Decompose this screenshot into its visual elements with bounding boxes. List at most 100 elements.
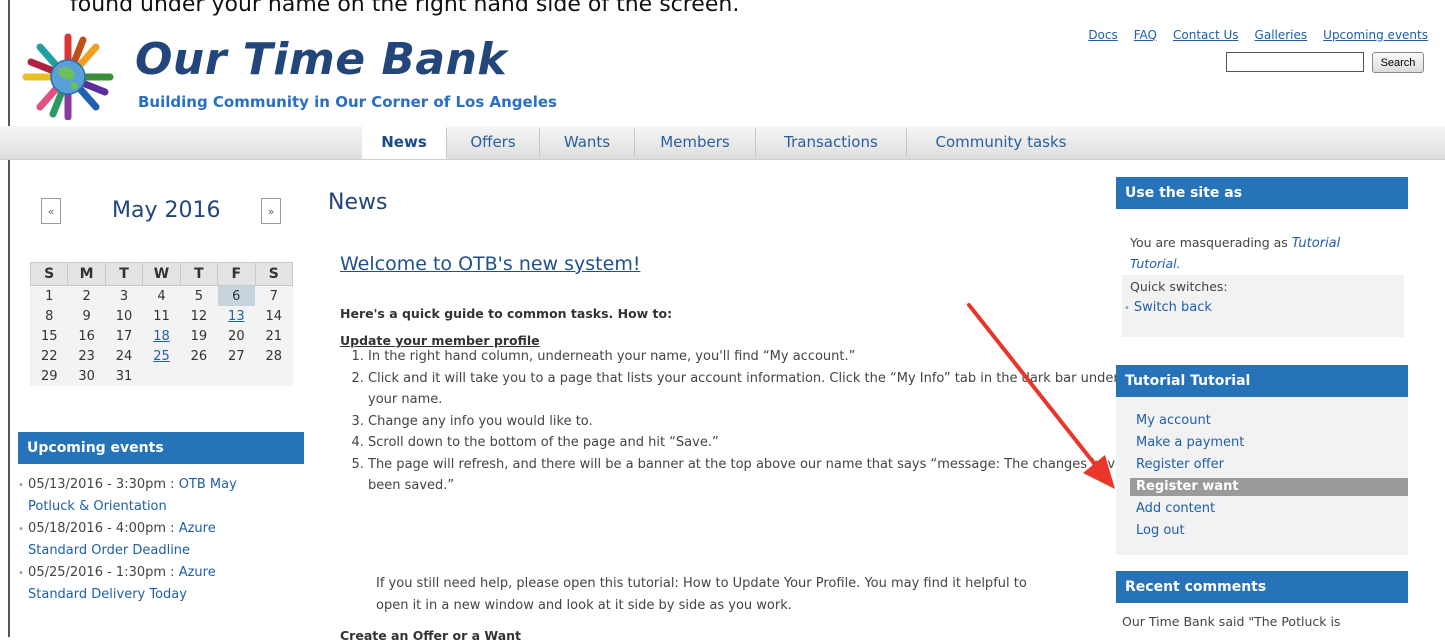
calendar-day: 12 (190, 308, 208, 324)
calendar-week-row: 8 9 10 11 12 13 14 (31, 306, 293, 326)
calendar-day: 19 (190, 328, 208, 344)
user-menu-header: Tutorial Tutorial (1116, 365, 1408, 397)
calendar-day: 1 (45, 288, 54, 304)
site-name[interactable]: Our Time Bank (135, 34, 507, 85)
calendar-day: 17 (115, 328, 133, 344)
calendar-day[interactable]: 25 (143, 346, 180, 366)
calendar-day: 29 (40, 368, 58, 384)
menu-my-account[interactable]: My account (1136, 413, 1211, 428)
nav-news[interactable]: News (362, 126, 446, 159)
calendar-day[interactable]: 18 (143, 326, 180, 346)
calendar-day (180, 366, 217, 386)
section-heading-offer-want: Create an Offer or a Want (340, 628, 522, 643)
masquerade-text: You are masquerading as Tutorial (1130, 235, 1340, 251)
nav-community-tasks[interactable]: Community tasks (907, 126, 1095, 159)
menu-register-want[interactable]: Register want (1136, 479, 1239, 494)
calendar-day-link[interactable]: 18 (153, 329, 170, 344)
event-date: 05/25/2016 - 1:30pm : (28, 565, 175, 580)
help-text-line: open it in a new window and look at it s… (376, 598, 792, 613)
calendar-day (255, 366, 292, 386)
top-link-galleries[interactable]: Galleries (1255, 28, 1308, 42)
calendar-prev-button[interactable]: « (41, 198, 61, 224)
calendar-day: 23 (78, 348, 95, 364)
masquerade-user-link-cont[interactable]: Tutorial. (1130, 256, 1181, 271)
calendar-day: 31 (115, 368, 133, 384)
calendar-day (143, 366, 180, 386)
post-title-link[interactable]: Welcome to OTB's new system! (340, 253, 640, 275)
calendar-day: 22 (40, 348, 58, 364)
top-link-docs[interactable]: Docs (1088, 28, 1117, 42)
event-item: • 05/13/2016 - 3:30pm : OTB May Potluck … (18, 474, 304, 517)
upcoming-events-header: Upcoming events (18, 432, 304, 464)
menu-make-payment[interactable]: Make a payment (1136, 435, 1244, 450)
calendar-week-row: 15 16 17 18 19 20 21 (31, 326, 293, 346)
calendar-day: 20 (228, 328, 245, 344)
switch-back-link[interactable]: Switch back (1134, 300, 1212, 315)
event-date: 05/18/2016 - 4:00pm : (28, 521, 175, 536)
calendar-day: 15 (40, 328, 58, 344)
search-input[interactable] (1226, 52, 1364, 72)
slide-caption: found under your name on the right hand … (70, 0, 740, 17)
calendar-grid: S M T W T F S 1 2 3 4 5 6 7 8 9 10 11 12 13 14 15 16 17 1… (29, 262, 294, 387)
menu-log-out[interactable]: Log out (1136, 523, 1185, 538)
calendar-day: 9 (82, 308, 91, 324)
left-rule (8, 0, 10, 637)
event-link[interactable]: OTB May (179, 477, 237, 492)
search-button[interactable]: Search (1372, 52, 1424, 73)
event-date: 05/13/2016 - 3:30pm : (28, 477, 175, 492)
calendar-day[interactable]: 13 (218, 306, 255, 326)
weekday-header: T (104, 262, 144, 286)
menu-register-offer[interactable]: Register offer (1136, 457, 1224, 472)
bullet-icon: • (18, 524, 24, 535)
calendar-day: 2 (82, 288, 91, 304)
calendar-day (218, 366, 255, 386)
calendar-day: 14 (265, 308, 283, 324)
weekday-header: S (29, 262, 69, 286)
menu-add-content[interactable]: Add content (1136, 501, 1215, 516)
weekday-header: W (142, 262, 181, 286)
calendar-day: 24 (115, 348, 133, 364)
page-title: News (328, 190, 388, 215)
recent-comment-item[interactable]: Our Time Bank said "The Potluck is (1122, 614, 1340, 629)
top-link-upcoming-events[interactable]: Upcoming events (1323, 28, 1428, 42)
calendar-day: 28 (265, 348, 283, 364)
nav-transactions[interactable]: Transactions (756, 126, 906, 159)
weekday-header: T (179, 262, 219, 286)
calendar-week-row: 1 2 3 4 567 (31, 285, 293, 306)
weekday-header: M (67, 262, 106, 286)
user-menu-body: My account Make a payment Register offer… (1116, 397, 1408, 555)
quick-switches-label: Quick switches: (1130, 279, 1228, 294)
calendar-day: 3 (119, 288, 129, 304)
calendar-day-link[interactable]: 25 (153, 349, 170, 364)
masquerade-user-link[interactable]: Tutorial (1292, 236, 1340, 251)
calendar-day: 5 (194, 288, 204, 304)
nav-wants[interactable]: Wants (540, 126, 634, 159)
calendar-week-row: 29 30 31 (31, 366, 293, 386)
event-link[interactable]: Azure (179, 521, 216, 536)
calendar-day: 16 (78, 328, 95, 344)
event-link[interactable]: Azure (179, 565, 216, 580)
top-link-contact[interactable]: Contact Us (1173, 28, 1239, 42)
calendar-day: 6 (217, 285, 256, 306)
top-link-faq[interactable]: FAQ (1134, 28, 1157, 42)
calendar-next-button[interactable]: » (261, 198, 281, 224)
nav-offers[interactable]: Offers (447, 126, 539, 159)
event-link[interactable]: Standard Delivery Today (28, 587, 187, 602)
site-logo[interactable] (18, 30, 118, 121)
masquerade-prefix: You are masquerading as (1130, 235, 1288, 250)
nav-members[interactable]: Members (635, 126, 755, 159)
event-link[interactable]: Standard Order Deadline (28, 543, 190, 558)
calendar-day: 30 (78, 368, 95, 384)
calendar-day: 26 (190, 348, 208, 364)
quick-switch-panel: Quick switches: • Switch back (1122, 275, 1404, 337)
help-text-line: If you still need help, please open this… (376, 576, 1027, 591)
event-link[interactable]: Potluck & Orientation (28, 499, 167, 514)
calendar-month-title: May 2016 (112, 198, 221, 223)
bullet-icon: • (18, 568, 24, 579)
calendar-week-row: 22 23 24 25 26 27 28 (31, 346, 293, 366)
calendar-day: 21 (265, 328, 283, 344)
site-tagline: Building Community in Our Corner of Los … (138, 93, 557, 111)
calendar-day-link[interactable]: 13 (228, 309, 245, 324)
weekday-header: S (254, 262, 294, 286)
calendar-body: 1 2 3 4 5 6 7 8 9 10 11 12 13 14 15 16 17 18 19 20 21 22 23 24 2… (31, 285, 293, 387)
